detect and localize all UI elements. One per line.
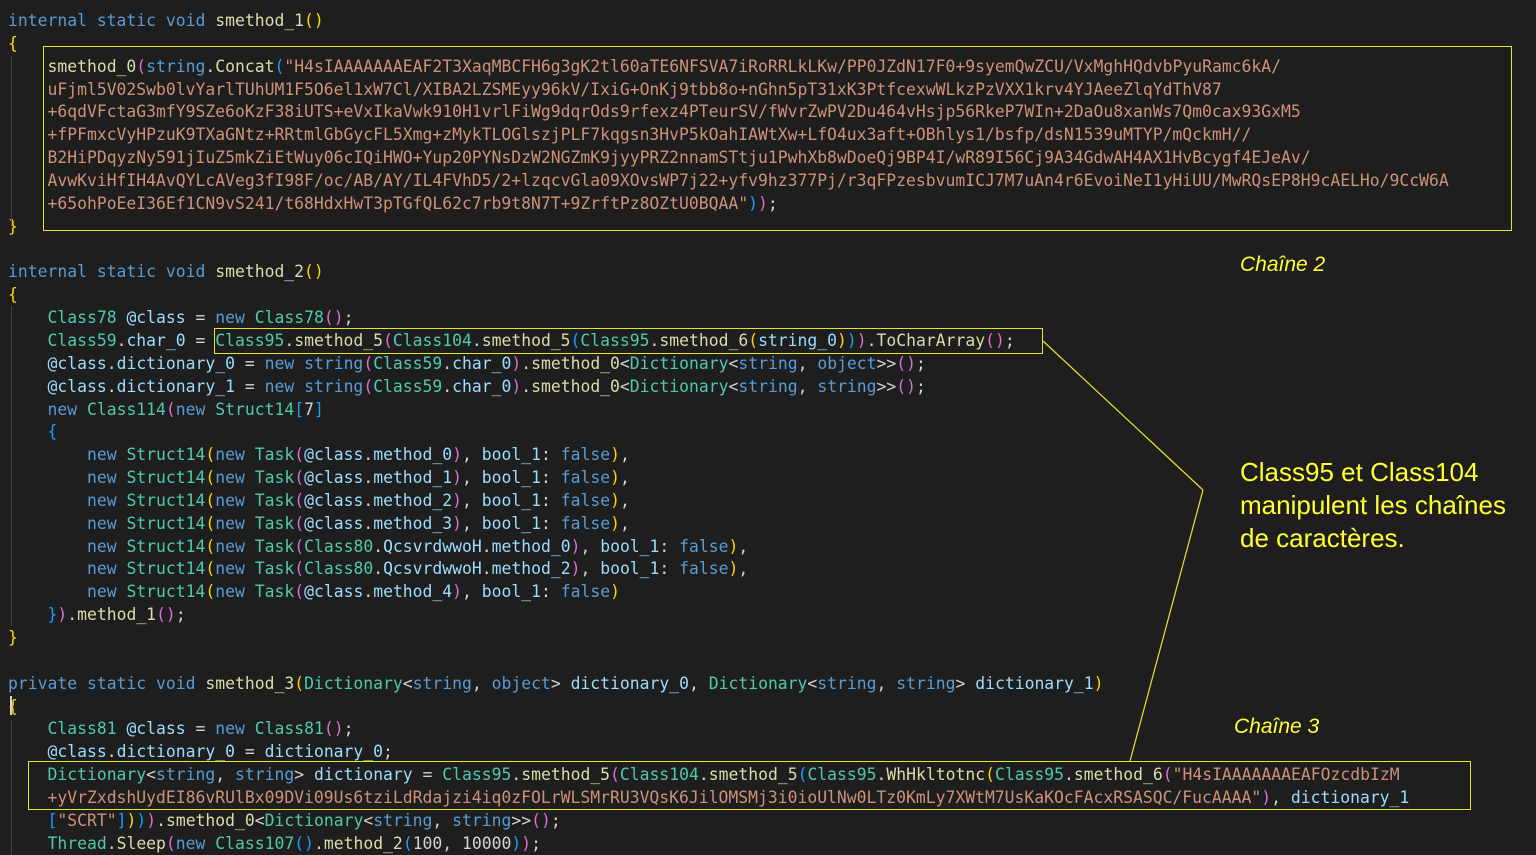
annotation-chaine3: Chaîne 3 xyxy=(1234,715,1320,738)
text-cursor xyxy=(10,696,12,715)
annotation-note-line2: manipulent les chaînes xyxy=(1240,490,1506,520)
annotation-chaine2: Chaîne 2 xyxy=(1240,253,1326,276)
annotation-note-line1: Class95 et Class104 xyxy=(1240,457,1479,487)
annotation-note: Class95 et Class104 manipulent les chaîn… xyxy=(1240,456,1506,555)
annotation-note-line3: de caractères. xyxy=(1240,523,1405,553)
